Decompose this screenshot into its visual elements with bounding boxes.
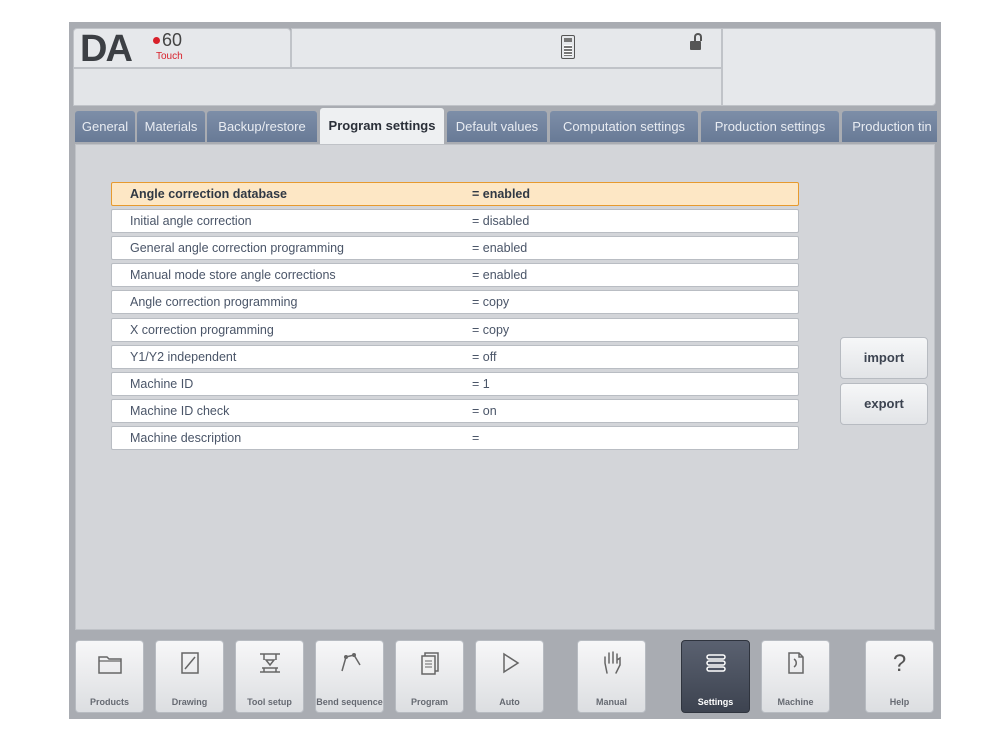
play-icon xyxy=(496,649,524,677)
settings-list-icon xyxy=(702,649,730,677)
setting-row-manual-mode-store-angle-corrections[interactable]: Manual mode store angle corrections = en… xyxy=(111,263,799,287)
setting-row-y1y2-independent[interactable]: Y1/Y2 independent = off xyxy=(111,345,799,369)
setting-label: Machine description xyxy=(130,431,242,445)
nav-drawing-button[interactable]: Drawing xyxy=(155,640,224,713)
nav-label: Program xyxy=(410,697,448,707)
hand-icon xyxy=(598,649,626,677)
logo-dot xyxy=(153,37,160,44)
setting-value: = enabled xyxy=(472,241,528,255)
nav-label: Help xyxy=(889,697,910,707)
setting-row-initial-angle-correction[interactable]: Initial angle correction = disabled xyxy=(111,209,799,233)
machine-icon xyxy=(782,649,810,677)
tab-general[interactable]: General xyxy=(75,111,135,142)
nav-tool-setup-button[interactable]: Tool setup xyxy=(235,640,304,713)
nav-bend-sequence-button[interactable]: Bend sequence xyxy=(315,640,384,713)
setting-label: Machine ID xyxy=(130,377,194,391)
nav-label: Settings xyxy=(697,697,734,707)
tab-materials[interactable]: Materials xyxy=(137,111,205,142)
logo: DA 60 Touch xyxy=(73,28,291,70)
tab-backup-restore[interactable]: Backup/restore xyxy=(207,111,317,142)
tab-production-settings[interactable]: Production settings xyxy=(701,111,839,142)
setting-value: = xyxy=(472,431,480,445)
setting-label: General angle correction programming xyxy=(130,241,344,255)
nav-auto-button[interactable]: Auto xyxy=(475,640,544,713)
logo-brand: DA xyxy=(80,28,133,70)
nav-label: Tool setup xyxy=(247,697,292,707)
tab-computation-settings[interactable]: Computation settings xyxy=(550,111,698,142)
setting-value: = disabled xyxy=(472,214,530,228)
unlock-icon[interactable] xyxy=(690,33,702,50)
setting-label: X correction programming xyxy=(130,323,274,337)
setting-value: = 1 xyxy=(472,377,490,391)
logo-model: 60 xyxy=(162,30,183,50)
folder-icon xyxy=(96,649,124,677)
bend-sequence-icon xyxy=(336,649,364,677)
nav-label: Auto xyxy=(499,697,520,707)
nav-label: Machine xyxy=(777,697,814,707)
setting-label: Y1/Y2 independent xyxy=(130,350,237,364)
nav-label: Drawing xyxy=(171,697,208,707)
tab-program-settings[interactable]: Program settings xyxy=(320,108,444,144)
setting-label: Angle correction database xyxy=(130,187,287,201)
setting-label: Manual mode store angle corrections xyxy=(130,268,336,282)
help-icon: ? xyxy=(892,650,907,677)
nav-machine-button[interactable]: Machine xyxy=(761,640,830,713)
setting-row-machine-id[interactable]: Machine ID = 1 xyxy=(111,372,799,396)
nav-label: Bend sequence xyxy=(316,697,383,707)
nav-help-button[interactable]: ? Help xyxy=(865,640,934,713)
setting-row-general-angle-correction-programming[interactable]: General angle correction programming = e… xyxy=(111,236,799,260)
setting-value: = copy xyxy=(472,323,510,337)
nav-program-button[interactable]: Program xyxy=(395,640,464,713)
setting-row-machine-description[interactable]: Machine description = xyxy=(111,426,799,450)
setting-row-machine-id-check[interactable]: Machine ID check = on xyxy=(111,399,799,423)
tab-production-time[interactable]: Production tin xyxy=(842,111,937,142)
export-button[interactable]: export xyxy=(840,383,928,425)
setting-value: = on xyxy=(472,404,497,418)
calculator-icon[interactable] xyxy=(561,35,575,59)
import-button[interactable]: import xyxy=(840,337,928,379)
tab-bar: General Materials Backup/restore Program… xyxy=(73,108,937,144)
setting-row-angle-correction-database[interactable]: Angle correction database = enabled xyxy=(111,182,799,206)
tab-default-values[interactable]: Default values xyxy=(447,111,547,142)
drawing-icon xyxy=(176,649,204,677)
nav-settings-button[interactable]: Settings xyxy=(681,640,750,713)
nav-manual-button[interactable]: Manual xyxy=(577,640,646,713)
header-status-field xyxy=(291,28,722,68)
tool-setup-icon xyxy=(256,649,284,677)
setting-label: Machine ID check xyxy=(130,404,230,418)
header-message-bar xyxy=(73,68,722,106)
setting-label: Angle correction programming xyxy=(130,295,298,309)
logo-edition: Touch xyxy=(156,51,183,62)
setting-value: = enabled xyxy=(472,187,531,201)
setting-value: = off xyxy=(472,350,497,364)
header-info-panel xyxy=(722,28,936,106)
setting-value: = enabled xyxy=(472,268,528,282)
setting-row-x-correction-programming[interactable]: X correction programming = copy xyxy=(111,318,799,342)
setting-value: = copy xyxy=(472,295,510,309)
setting-label: Initial angle correction xyxy=(130,214,252,228)
nav-label: Manual xyxy=(595,697,627,707)
nav-label: Products xyxy=(89,697,129,707)
setting-row-angle-correction-programming[interactable]: Angle correction programming = copy xyxy=(111,290,799,314)
program-icon xyxy=(416,649,444,677)
nav-products-button[interactable]: Products xyxy=(75,640,144,713)
